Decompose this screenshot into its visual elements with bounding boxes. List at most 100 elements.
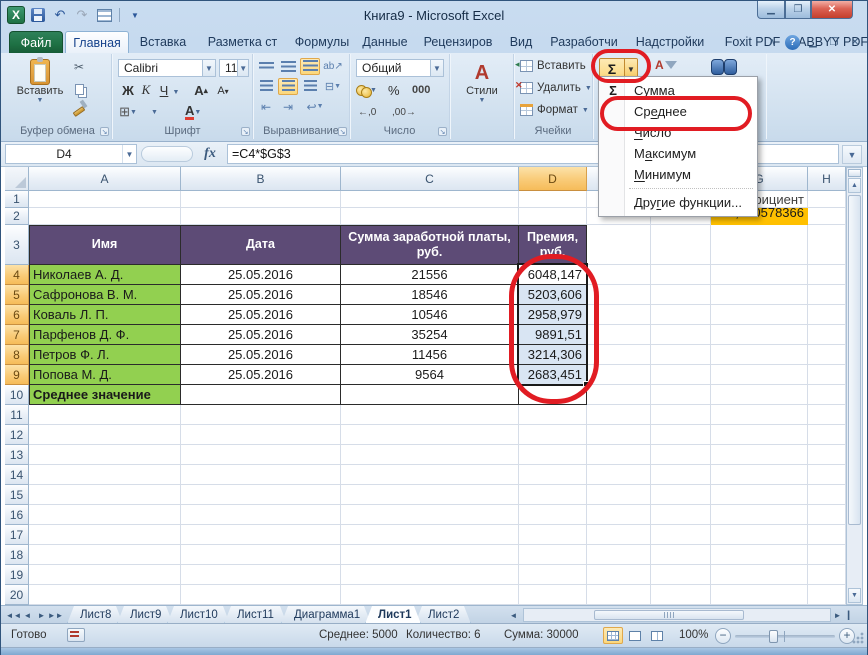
format-cells-button[interactable]: Формат ▼: [520, 104, 589, 116]
row-header-10[interactable]: 10: [5, 385, 29, 405]
styles-button[interactable]: А Стили ▼: [458, 62, 506, 104]
table-row-date-cell[interactable]: 25.05.2016: [181, 325, 341, 345]
table-row-bonus-cell[interactable]: 9891,51: [519, 325, 587, 345]
row-header-15[interactable]: 15: [5, 485, 29, 505]
table-row-salary-cell[interactable]: 21556: [341, 265, 519, 285]
delete-cells-button[interactable]: Удалить ▼: [515, 80, 592, 94]
orientation-button[interactable]: ab↗: [323, 58, 343, 75]
first-sheet-button[interactable]: ◄◄: [6, 608, 22, 622]
copy-button[interactable]: [70, 80, 88, 98]
insert-cells-button[interactable]: Вставить ▼: [515, 59, 597, 72]
align-top-button[interactable]: [256, 58, 276, 75]
page-break-view-button[interactable]: [647, 627, 667, 644]
table-row-bonus-cell[interactable]: 3214,306: [519, 345, 587, 365]
table-row-salary-cell[interactable]: 11456: [341, 345, 519, 365]
sheet-tab-лист10[interactable]: Лист10: [167, 606, 230, 624]
table-row-bonus-cell[interactable]: 2683,451: [519, 365, 587, 385]
row-header-13[interactable]: 13: [5, 445, 29, 465]
menu-item-2[interactable]: Среднее: [599, 101, 757, 122]
table-empty-cell[interactable]: [341, 385, 519, 405]
clipboard-dialog-launcher[interactable]: ↘: [100, 127, 109, 136]
underline-button[interactable]: Ч: [157, 81, 171, 99]
accounting-format-button[interactable]: ▼: [356, 81, 377, 99]
table-row-date-cell[interactable]: 25.05.2016: [181, 265, 341, 285]
restore-button[interactable]: ❐: [785, 1, 811, 19]
tab-scroll-left-button[interactable]: ◄: [507, 608, 520, 622]
wrap-text-button[interactable]: ↩ ▼: [305, 98, 325, 115]
resize-grip[interactable]: [851, 631, 864, 644]
align-center-button[interactable]: [278, 78, 298, 95]
row-header-14[interactable]: 14: [5, 465, 29, 485]
vertical-split-handle[interactable]: [848, 169, 861, 177]
select-all-corner[interactable]: [5, 167, 29, 191]
macro-record-icon[interactable]: [67, 628, 85, 642]
align-bottom-button[interactable]: [300, 58, 320, 75]
row-header-3[interactable]: 3: [5, 225, 29, 265]
tab-данные[interactable]: Данные: [356, 31, 414, 53]
selection-fill-handle[interactable]: [583, 381, 589, 387]
zoom-slider-thumb[interactable]: [769, 630, 778, 643]
table-header-cell[interactable]: Дата: [181, 225, 341, 265]
find-select-button[interactable]: [711, 57, 737, 75]
next-sheet-button[interactable]: ►: [35, 608, 48, 622]
table-row-salary-cell[interactable]: 9564: [341, 365, 519, 385]
worksheet[interactable]: ABCDEFGH1234567891011121314151617181920И…: [1, 167, 867, 605]
table-row-date-cell[interactable]: 25.05.2016: [181, 365, 341, 385]
tab-надстройки[interactable]: Надстройки: [628, 31, 712, 53]
decrease-decimal-button[interactable]: ,00→: [392, 103, 416, 121]
bold-button[interactable]: Ж: [121, 81, 135, 99]
underline-dropdown-arrow[interactable]: ▼: [171, 83, 181, 101]
italic-button[interactable]: К: [139, 81, 153, 99]
row-header-12[interactable]: 12: [5, 425, 29, 445]
workbook-close-icon[interactable]: ✕: [847, 34, 863, 50]
table-header-cell[interactable]: Имя: [29, 225, 181, 265]
align-left-button[interactable]: [256, 78, 276, 95]
menu-item-3[interactable]: Число: [599, 122, 757, 143]
sheet-tab-лист9[interactable]: Лист9: [117, 606, 173, 624]
shrink-font-button[interactable]: А ▾: [215, 82, 231, 100]
horizontal-scrollbar[interactable]: [523, 608, 831, 622]
borders-button[interactable]: ⊞ ▼: [119, 103, 137, 121]
tab-вид[interactable]: Вид: [502, 31, 540, 53]
row-header-8[interactable]: 8: [5, 345, 29, 365]
table-row-bonus-cell[interactable]: 2958,979: [519, 305, 587, 325]
table-empty-cell[interactable]: [519, 385, 587, 405]
row-header-11[interactable]: 11: [5, 405, 29, 425]
row-header-5[interactable]: 5: [5, 285, 29, 305]
row-header-6[interactable]: 6: [5, 305, 29, 325]
font-family-select[interactable]: Calibri ▼: [118, 59, 216, 77]
table-row-bonus-cell[interactable]: 6048,147: [519, 265, 587, 285]
row-header-1[interactable]: 1: [5, 191, 29, 208]
fill-color-button[interactable]: ▼: [151, 103, 158, 121]
sort-filter-button[interactable]: А: [655, 58, 677, 78]
increase-decimal-button[interactable]: ←,0: [358, 103, 376, 121]
menu-item-1[interactable]: Σ Сумма: [599, 80, 757, 101]
sheet-tab-лист1[interactable]: Лист1: [365, 606, 421, 624]
workbook-minimize-icon[interactable]: ▁: [805, 34, 821, 50]
align-right-button[interactable]: [300, 78, 320, 95]
font-dialog-launcher[interactable]: ↘: [241, 127, 250, 136]
tab-главная[interactable]: Главная: [65, 31, 129, 53]
file-tab[interactable]: Файл: [9, 31, 63, 53]
sheet-tab-лист8[interactable]: Лист8: [67, 606, 123, 624]
font-size-select[interactable]: 11 ▼: [219, 59, 249, 77]
number-format-select[interactable]: Общий ▼: [356, 59, 444, 77]
font-color-button[interactable]: А ▼: [185, 103, 201, 121]
table-row-name-cell[interactable]: Сафронова В. М.: [29, 285, 181, 305]
last-sheet-button[interactable]: ►►: [48, 608, 64, 622]
row-header-2[interactable]: 2: [5, 208, 29, 225]
sheet-tab-лист2[interactable]: Лист2: [415, 606, 471, 624]
workbook-restore-icon[interactable]: ❐: [826, 34, 842, 50]
table-row-bonus-cell[interactable]: 5203,606: [519, 285, 587, 305]
row-header-7[interactable]: 7: [5, 325, 29, 345]
merge-center-button[interactable]: ⊟ ▼: [323, 78, 343, 95]
row-header-19[interactable]: 19: [5, 565, 29, 585]
decrease-indent-button[interactable]: ⇤: [256, 98, 276, 115]
table-row-salary-cell[interactable]: 18546: [341, 285, 519, 305]
table-empty-cell[interactable]: [181, 385, 341, 405]
row-header-17[interactable]: 17: [5, 525, 29, 545]
scroll-right-button[interactable]: ►: [831, 608, 844, 622]
menu-item-4[interactable]: Максимум: [599, 143, 757, 164]
column-header-A[interactable]: A: [29, 167, 181, 191]
table-row-name-cell[interactable]: Коваль Л. П.: [29, 305, 181, 325]
